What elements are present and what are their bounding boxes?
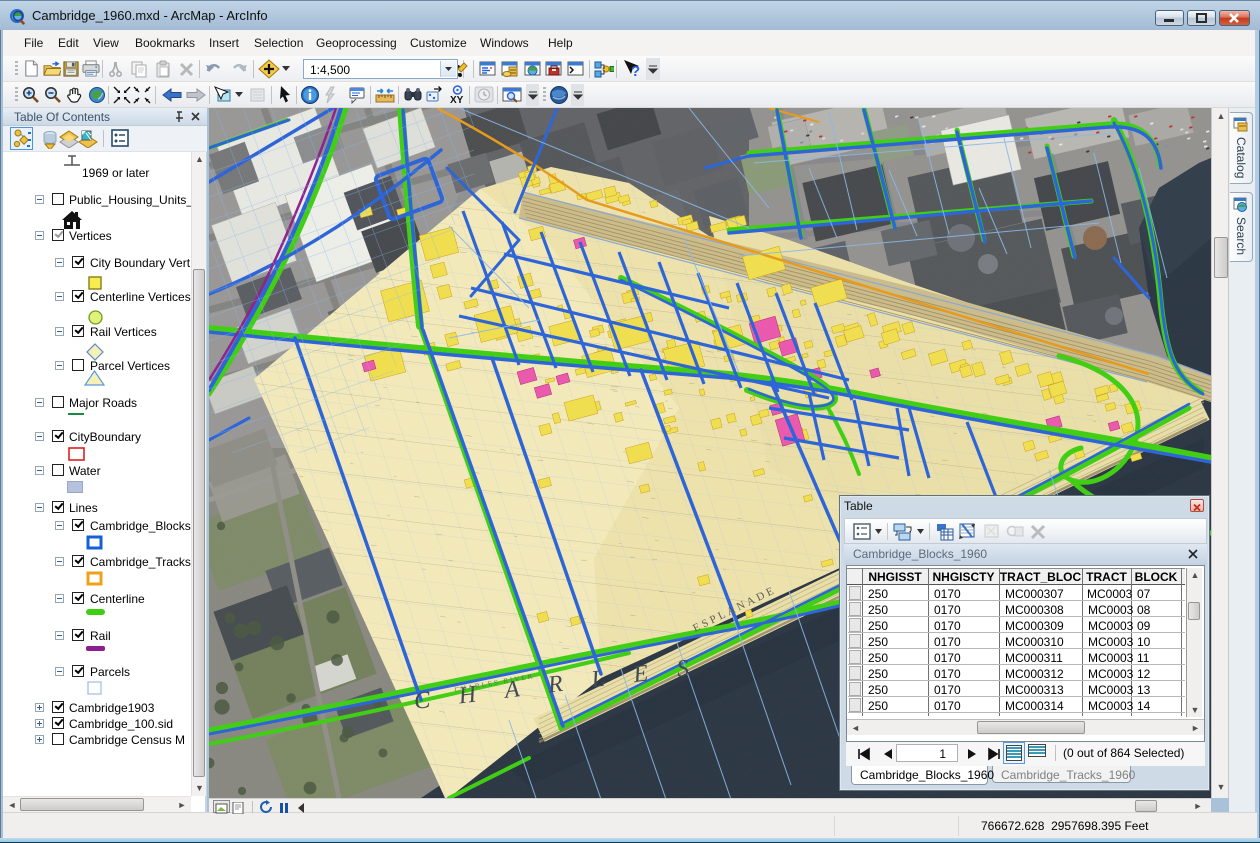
svg-text:XY: XY xyxy=(450,95,464,105)
svg-text:?: ? xyxy=(631,63,640,79)
